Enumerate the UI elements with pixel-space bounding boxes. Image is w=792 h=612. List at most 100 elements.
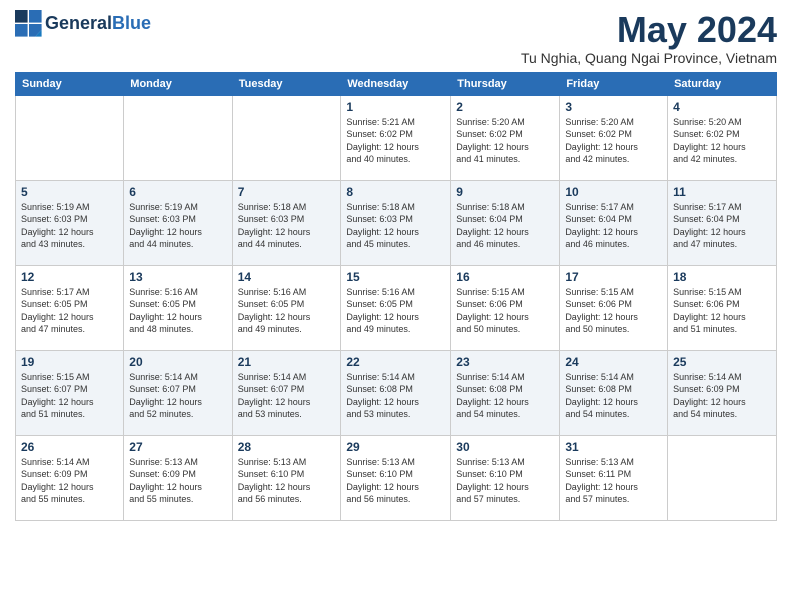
calendar-day-cell: 19 Sunrise: 5:15 AM Sunset: 6:07 PM Dayli… <box>16 350 124 435</box>
page: GeneralBlue May 2024 Tu Nghia, Quang Nga… <box>0 0 792 531</box>
calendar-day-cell: 6 Sunrise: 5:19 AM Sunset: 6:03 PM Daylig… <box>124 180 232 265</box>
calendar-day-cell: 23Sunrise: 5:14 AM Sunset: 6:08 PM Dayli… <box>451 350 560 435</box>
calendar-day-cell: 16 Sunrise: 5:15 AM Sunset: 6:06 PM Dayli… <box>451 265 560 350</box>
day-number: 29 <box>346 440 445 454</box>
day-number: 25 <box>673 355 771 369</box>
location: Tu Nghia, Quang Ngai Province, Vietnam <box>521 50 777 66</box>
day-info: Sunrise: 5:20 AM Sunset: 6:02 PM Dayligh… <box>673 116 771 166</box>
header-saturday: Saturday <box>668 72 777 95</box>
calendar-day-cell: 15 Sunrise: 5:16 AM Sunset: 6:05 PM Dayli… <box>341 265 451 350</box>
day-number: 2 <box>456 100 554 114</box>
day-number: 5 <box>21 185 118 199</box>
day-number: 7 <box>238 185 336 199</box>
calendar: Sunday Monday Tuesday Wednesday Thursday… <box>15 72 777 521</box>
day-info: Sunrise: 5:20 AM Sunset: 6:02 PM Dayligh… <box>456 116 554 166</box>
day-number: 21 <box>238 355 336 369</box>
day-info: Sunrise: 5:13 AM Sunset: 6:10 PM Dayligh… <box>346 456 445 506</box>
day-info: Sunrise: 5:18 AM Sunset: 6:03 PM Dayligh… <box>238 201 336 251</box>
calendar-week-row: 12Sunrise: 5:17 AM Sunset: 6:05 PM Dayli… <box>16 265 777 350</box>
day-number: 26 <box>21 440 118 454</box>
day-info: Sunrise: 5:14 AM Sunset: 6:08 PM Dayligh… <box>346 371 445 421</box>
day-info: Sunrise: 5:17 AM Sunset: 6:04 PM Dayligh… <box>673 201 771 251</box>
logo-text: GeneralBlue <box>45 14 151 34</box>
calendar-day-cell: 1 Sunrise: 5:21 AM Sunset: 6:02 PM Daylig… <box>341 95 451 180</box>
day-info: Sunrise: 5:16 AM Sunset: 6:05 PM Dayligh… <box>129 286 226 336</box>
day-number: 1 <box>346 100 445 114</box>
calendar-day-cell: 24Sunrise: 5:14 AM Sunset: 6:08 PM Dayli… <box>560 350 668 435</box>
day-number: 27 <box>129 440 226 454</box>
calendar-day-cell: 14Sunrise: 5:16 AM Sunset: 6:05 PM Dayli… <box>232 265 341 350</box>
calendar-day-cell: 22 Sunrise: 5:14 AM Sunset: 6:08 PM Dayli… <box>341 350 451 435</box>
calendar-week-row: 5 Sunrise: 5:19 AM Sunset: 6:03 PM Daylig… <box>16 180 777 265</box>
header-tuesday: Tuesday <box>232 72 341 95</box>
day-info: Sunrise: 5:21 AM Sunset: 6:02 PM Dayligh… <box>346 116 445 166</box>
calendar-day-cell: 29 Sunrise: 5:13 AM Sunset: 6:10 PM Dayli… <box>341 435 451 520</box>
logo-icon <box>15 10 43 38</box>
day-number: 13 <box>129 270 226 284</box>
header: GeneralBlue May 2024 Tu Nghia, Quang Nga… <box>15 10 777 66</box>
title-section: May 2024 Tu Nghia, Quang Ngai Province, … <box>521 10 777 66</box>
day-info: Sunrise: 5:18 AM Sunset: 6:03 PM Dayligh… <box>346 201 445 251</box>
calendar-day-cell: 21 Sunrise: 5:14 AM Sunset: 6:07 PM Dayli… <box>232 350 341 435</box>
calendar-week-row: 1 Sunrise: 5:21 AM Sunset: 6:02 PM Daylig… <box>16 95 777 180</box>
calendar-day-cell: 3Sunrise: 5:20 AM Sunset: 6:02 PM Daylig… <box>560 95 668 180</box>
day-info: Sunrise: 5:14 AM Sunset: 6:07 PM Dayligh… <box>238 371 336 421</box>
day-number: 3 <box>565 100 662 114</box>
day-number: 8 <box>346 185 445 199</box>
calendar-day-cell: 17 Sunrise: 5:15 AM Sunset: 6:06 PM Dayli… <box>560 265 668 350</box>
day-info: Sunrise: 5:13 AM Sunset: 6:10 PM Dayligh… <box>456 456 554 506</box>
day-number: 23 <box>456 355 554 369</box>
calendar-day-cell: 30 Sunrise: 5:13 AM Sunset: 6:10 PM Dayli… <box>451 435 560 520</box>
day-info: Sunrise: 5:16 AM Sunset: 6:05 PM Dayligh… <box>238 286 336 336</box>
day-number: 18 <box>673 270 771 284</box>
day-number: 19 <box>21 355 118 369</box>
day-number: 9 <box>456 185 554 199</box>
calendar-week-row: 19 Sunrise: 5:15 AM Sunset: 6:07 PM Dayli… <box>16 350 777 435</box>
month-year: May 2024 <box>521 10 777 50</box>
day-info: Sunrise: 5:16 AM Sunset: 6:05 PM Dayligh… <box>346 286 445 336</box>
header-monday: Monday <box>124 72 232 95</box>
calendar-day-cell <box>232 95 341 180</box>
day-info: Sunrise: 5:15 AM Sunset: 6:07 PM Dayligh… <box>21 371 118 421</box>
calendar-day-cell: 8 Sunrise: 5:18 AM Sunset: 6:03 PM Daylig… <box>341 180 451 265</box>
calendar-day-cell: 31Sunrise: 5:13 AM Sunset: 6:11 PM Dayli… <box>560 435 668 520</box>
day-number: 20 <box>129 355 226 369</box>
day-number: 6 <box>129 185 226 199</box>
day-info: Sunrise: 5:14 AM Sunset: 6:07 PM Dayligh… <box>129 371 226 421</box>
day-number: 17 <box>565 270 662 284</box>
day-info: Sunrise: 5:19 AM Sunset: 6:03 PM Dayligh… <box>129 201 226 251</box>
day-info: Sunrise: 5:15 AM Sunset: 6:06 PM Dayligh… <box>456 286 554 336</box>
calendar-day-cell: 26 Sunrise: 5:14 AM Sunset: 6:09 PM Dayli… <box>16 435 124 520</box>
day-info: Sunrise: 5:14 AM Sunset: 6:09 PM Dayligh… <box>21 456 118 506</box>
calendar-day-cell: 11 Sunrise: 5:17 AM Sunset: 6:04 PM Dayli… <box>668 180 777 265</box>
calendar-week-row: 26 Sunrise: 5:14 AM Sunset: 6:09 PM Dayli… <box>16 435 777 520</box>
day-number: 30 <box>456 440 554 454</box>
day-info: Sunrise: 5:13 AM Sunset: 6:09 PM Dayligh… <box>129 456 226 506</box>
calendar-day-cell: 28 Sunrise: 5:13 AM Sunset: 6:10 PM Dayli… <box>232 435 341 520</box>
day-info: Sunrise: 5:15 AM Sunset: 6:06 PM Dayligh… <box>673 286 771 336</box>
calendar-day-cell <box>124 95 232 180</box>
calendar-day-cell: 20 Sunrise: 5:14 AM Sunset: 6:07 PM Dayli… <box>124 350 232 435</box>
day-info: Sunrise: 5:14 AM Sunset: 6:09 PM Dayligh… <box>673 371 771 421</box>
calendar-day-cell: 7 Sunrise: 5:18 AM Sunset: 6:03 PM Daylig… <box>232 180 341 265</box>
calendar-day-cell: 25 Sunrise: 5:14 AM Sunset: 6:09 PM Dayli… <box>668 350 777 435</box>
calendar-day-cell: 12Sunrise: 5:17 AM Sunset: 6:05 PM Dayli… <box>16 265 124 350</box>
day-number: 24 <box>565 355 662 369</box>
day-number: 11 <box>673 185 771 199</box>
day-number: 15 <box>346 270 445 284</box>
day-info: Sunrise: 5:18 AM Sunset: 6:04 PM Dayligh… <box>456 201 554 251</box>
day-info: Sunrise: 5:13 AM Sunset: 6:10 PM Dayligh… <box>238 456 336 506</box>
calendar-day-cell: 13 Sunrise: 5:16 AM Sunset: 6:05 PM Dayli… <box>124 265 232 350</box>
day-number: 22 <box>346 355 445 369</box>
day-info: Sunrise: 5:15 AM Sunset: 6:06 PM Dayligh… <box>565 286 662 336</box>
calendar-day-cell: 18 Sunrise: 5:15 AM Sunset: 6:06 PM Dayli… <box>668 265 777 350</box>
day-number: 28 <box>238 440 336 454</box>
day-info: Sunrise: 5:13 AM Sunset: 6:11 PM Dayligh… <box>565 456 662 506</box>
calendar-day-cell: 10Sunrise: 5:17 AM Sunset: 6:04 PM Dayli… <box>560 180 668 265</box>
day-info: Sunrise: 5:17 AM Sunset: 6:05 PM Dayligh… <box>21 286 118 336</box>
calendar-day-cell: 2 Sunrise: 5:20 AM Sunset: 6:02 PM Daylig… <box>451 95 560 180</box>
header-friday: Friday <box>560 72 668 95</box>
day-number: 16 <box>456 270 554 284</box>
calendar-day-cell: 27 Sunrise: 5:13 AM Sunset: 6:09 PM Dayli… <box>124 435 232 520</box>
calendar-day-cell <box>668 435 777 520</box>
